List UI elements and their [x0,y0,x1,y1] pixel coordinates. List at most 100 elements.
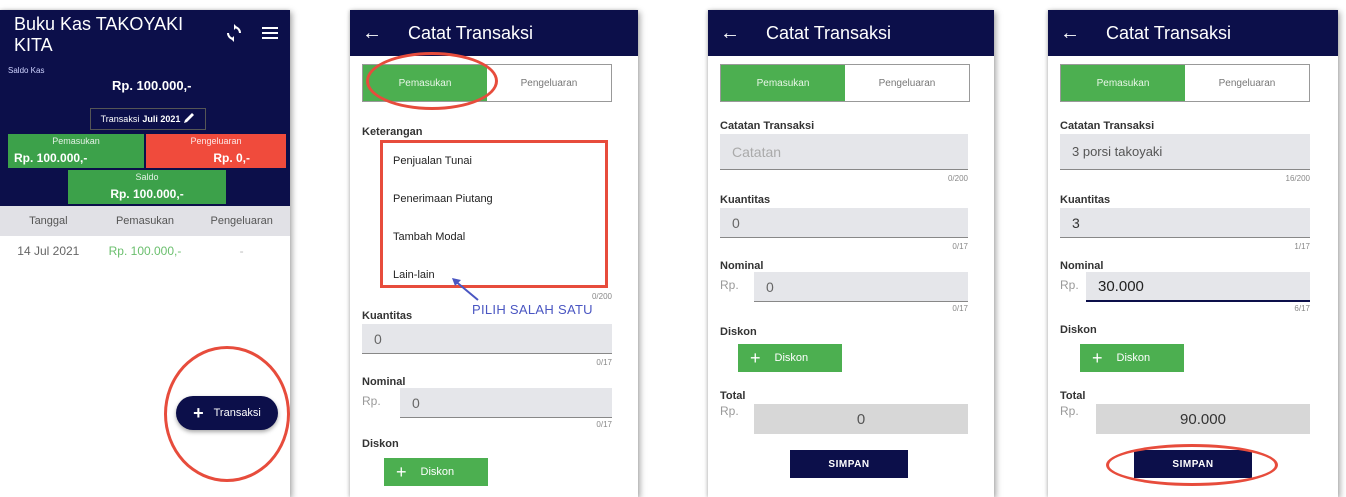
catatan-counter: 0/200 [591,292,612,301]
back-arrow-icon[interactable]: ← [720,23,744,43]
dropdown-option-lain-lain[interactable]: Lain-lain [393,269,435,281]
back-arrow-icon[interactable]: ← [1060,23,1084,43]
total-label: Total [720,390,746,402]
total-value: 90.000 [1096,404,1310,434]
diskon-button-label: Diskon [774,352,809,364]
page-title: Catat Transaksi [766,22,892,43]
diskon-label: Diskon [362,438,399,450]
nominal-currency-prefix: Rp. [720,278,739,292]
record-transaction-screen-filled: ← Catat Transaksi Pemasukan Pengeluaran … [1048,10,1338,497]
saldo-tile-label: Saldo [135,172,159,182]
pengeluaran-tile-label: Pengeluaran [190,136,242,146]
pencil-icon [183,112,195,126]
page-title: Catat Transaksi [408,22,534,43]
total-currency-prefix: Rp. [720,404,739,418]
nominal-input[interactable]: 0 [754,272,968,302]
highlight-ellipse [1106,444,1278,486]
add-diskon-button[interactable]: + Diskon [738,344,842,372]
cell-pengeluaran: - [239,244,244,258]
hint-text: PILIH SALAH SATU [472,302,593,317]
tab-pengeluaran[interactable]: Pengeluaran [845,65,969,101]
sync-icon[interactable] [226,23,242,47]
kuantitas-counter: 0/17 [596,358,612,367]
nominal-label: Nominal [1060,260,1104,272]
kuantitas-counter: 0/17 [952,242,968,251]
column-header-pemasukan: Pemasukan [115,215,175,227]
pengeluaran-tile-value: Rp. 0,- [213,151,250,165]
plus-icon: + [1092,347,1103,368]
transaction-type-toggle: Pemasukan Pengeluaran [1060,64,1310,102]
total-value: 0 [754,404,968,434]
saldo-tile: Saldo Rp. 100.000,- [68,170,226,204]
kuantitas-input[interactable]: 3 [1060,208,1310,238]
page-title: Catat Transaksi [1106,22,1232,43]
record-transaction-screen-dropdown: ← Catat Transaksi Pemasukan Pengeluaran … [350,10,638,497]
diskon-label: Diskon [720,326,757,338]
period-selector-button[interactable]: Transaksi Juli 2021 [90,108,206,130]
pemasukan-tile-value: Rp. 100.000,- [14,151,88,165]
kuantitas-label: Kuantitas [1060,194,1111,206]
catatan-counter: 0/200 [947,174,968,183]
total-label: Total [1060,390,1086,402]
saldo-kas-label: Saldo Kas [8,66,45,75]
nominal-counter: 0/17 [596,420,612,429]
total-currency-prefix: Rp. [1060,404,1079,418]
record-transaction-screen-empty: ← Catat Transaksi Pemasukan Pengeluaran … [708,10,994,497]
keterangan-label: Keterangan [362,126,423,138]
keterangan-dropdown-menu: Penjualan Tunai Penerimaan Piutang Tamba… [380,140,608,288]
catatan-label: Catatan Transaksi [720,120,815,132]
nominal-input[interactable]: 30.000 [1086,272,1310,302]
add-diskon-button[interactable]: + Diskon [1080,344,1184,372]
add-diskon-button[interactable]: + Diskon [384,458,488,486]
catatan-input[interactable]: 3 porsi takoyaki [1060,134,1310,170]
highlight-circle [164,346,290,482]
kuantitas-label: Kuantitas [720,194,771,206]
hamburger-menu-icon[interactable] [262,26,278,44]
hint-arrow-icon [452,278,479,301]
pemasukan-tile-label: Pemasukan [52,136,100,146]
nominal-counter: 0/17 [952,304,968,313]
catatan-label: Catatan Transaksi [1060,120,1155,132]
app-bar: ← Catat Transaksi [1048,10,1338,56]
transaction-table-header: Tanggal Pemasukan Pengeluaran [0,206,290,236]
kuantitas-counter: 1/17 [1294,242,1310,251]
back-arrow-icon[interactable]: ← [362,23,386,43]
table-row[interactable]: 14 Jul 2021 Rp. 100.000,- - [0,236,290,266]
nominal-currency-prefix: Rp. [362,394,381,408]
tab-pengeluaran[interactable]: Pengeluaran [1185,65,1309,101]
app-bar: ← Catat Transaksi [350,10,638,56]
dropdown-option-penjualan-tunai[interactable]: Penjualan Tunai [393,155,472,167]
simpan-button[interactable]: SIMPAN [790,450,908,478]
saldo-tile-value: Rp. 100.000,- [110,187,184,201]
dropdown-option-penerimaan-piutang[interactable]: Penerimaan Piutang [393,193,493,205]
period-value: Juli 2021 [142,114,181,124]
kuantitas-label: Kuantitas [362,310,413,322]
nominal-label: Nominal [720,260,764,272]
highlight-ellipse [366,52,498,110]
nominal-label: Nominal [362,376,406,388]
app-bar: Buku Kas TAKOYAKI KITA [0,10,290,60]
diskon-button-label: Diskon [1116,352,1151,364]
transaction-type-toggle: Pemasukan Pengeluaran [720,64,970,102]
tab-pengeluaran[interactable]: Pengeluaran [487,65,611,101]
tab-pemasukan[interactable]: Pemasukan [721,65,845,101]
dropdown-option-tambah-modal[interactable]: Tambah Modal [393,231,465,243]
column-header-pengeluaran: Pengeluaran [210,215,273,227]
pengeluaran-tile: Pengeluaran Rp. 0,- [146,134,286,168]
cell-tanggal: 14 Jul 2021 [17,244,80,258]
home-screen: Buku Kas TAKOYAKI KITA Saldo Kas Rp. 100… [0,10,290,497]
pemasukan-tile: Pemasukan Rp. 100.000,- [8,134,144,168]
nominal-currency-prefix: Rp. [1060,278,1079,292]
diskon-button-label: Diskon [420,466,455,478]
catatan-counter: 16/200 [1285,174,1310,183]
nominal-input[interactable]: 0 [400,388,612,418]
plus-icon: + [750,347,761,368]
saldo-kas-value: Rp. 100.000,- [112,78,192,93]
catatan-input[interactable]: Catatan [720,134,968,170]
app-title: Buku Kas TAKOYAKI KITA [14,14,184,55]
diskon-label: Diskon [1060,324,1097,336]
tab-pemasukan[interactable]: Pemasukan [1061,65,1185,101]
nominal-counter: 6/17 [1294,304,1310,313]
kuantitas-input[interactable]: 0 [720,208,968,238]
kuantitas-input[interactable]: 0 [362,324,612,354]
